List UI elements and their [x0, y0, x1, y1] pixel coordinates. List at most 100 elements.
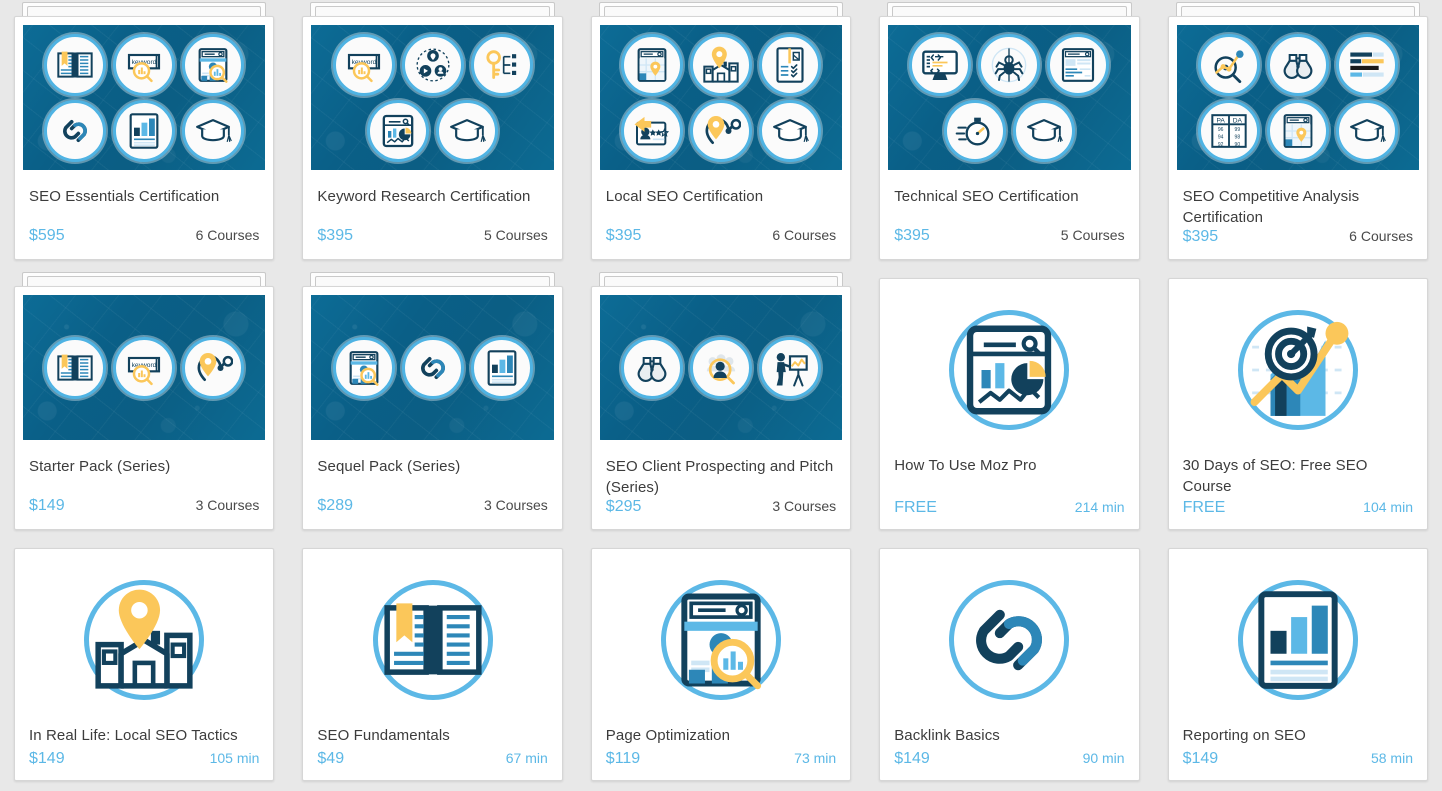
- card-extent: 214 min: [1074, 499, 1125, 515]
- badge-group: keyword: [23, 25, 265, 170]
- checklist-icon: [758, 33, 821, 96]
- svg-text:99: 99: [1234, 127, 1240, 133]
- badge-row: [943, 99, 1075, 162]
- svg-text:90: 90: [1234, 142, 1240, 148]
- link-icon: [949, 580, 1070, 700]
- course-card-backlink-basics[interactable]: Backlink Basics $149 90 min: [879, 548, 1140, 781]
- course-card-cell: In Real Life: Local SEO Tactics $149 105 m…: [0, 540, 288, 791]
- card-price: $295: [605, 498, 642, 515]
- course-card-seo-competitive-analysis-certification[interactable]: PA DA 96 99 94 98 92 90 SEO Competitive Analysis…: [1167, 16, 1428, 260]
- badge-row: [620, 33, 821, 96]
- card-hero-icon: [880, 565, 1138, 715]
- badge-row: keyword: [44, 33, 245, 96]
- keyword-search-icon: keyword: [113, 33, 176, 96]
- card-body: Local SEO Certification $395 6 Courses: [592, 170, 850, 259]
- course-card-cell: Reporting on SEO $149 58 min: [1154, 540, 1442, 791]
- review-card-icon: [620, 99, 683, 162]
- card-title: In Real Life: Local SEO Tactics: [29, 727, 238, 744]
- card-price: $149: [29, 750, 65, 767]
- course-card-seo-fundamentals[interactable]: SEO Fundamentals $49 67 min: [302, 548, 563, 781]
- course-card-technical-seo-certification[interactable]: Technical SEO Certification $395 5 Courses: [879, 16, 1140, 260]
- card-extent: 58 min: [1370, 750, 1413, 766]
- card-body: How To Use Moz Pro FREE 214 min: [880, 445, 1138, 529]
- card-title: SEO Essentials Certification: [29, 188, 220, 205]
- card-hero-banner: keyword: [23, 295, 266, 440]
- audience-magnifier-icon: [689, 336, 752, 399]
- svg-text:PA: PA: [1216, 117, 1225, 124]
- course-card-reporting-on-seo[interactable]: Reporting on SEO $149 58 min: [1167, 548, 1428, 781]
- badge-group: keyword: [311, 25, 553, 170]
- course-card-cell: Local SEO Certification $395 6 Courses: [577, 0, 865, 270]
- card-extent: 6 Courses: [1349, 228, 1413, 244]
- compare-bars-icon: [1335, 33, 1398, 96]
- course-card-local-seo-certification[interactable]: Local SEO Certification $395 6 Courses: [590, 16, 852, 260]
- card-meta: FREE 104 min: [1183, 499, 1413, 517]
- badge-group: keyword: [23, 295, 265, 440]
- badge-row: keyword: [44, 336, 245, 399]
- card-price: $149: [1182, 750, 1219, 767]
- course-card-cell: Page Optimization $119 73 min: [577, 540, 865, 791]
- card-hero-icon: [1169, 565, 1427, 715]
- course-card-in-real-life-local-seo-tactics[interactable]: In Real Life: Local SEO Tactics $149 105 m…: [14, 548, 275, 781]
- link-icon: [401, 336, 464, 399]
- bar-chart-report-icon: [1237, 580, 1358, 700]
- binoculars-icon: [620, 336, 683, 399]
- storefront-pin-icon: [84, 580, 205, 700]
- card-title: Reporting on SEO: [1182, 727, 1306, 744]
- course-card-cell: keyword Keyword Research Certification $39…: [288, 0, 576, 270]
- card-body: Technical SEO Certification $395 5 Courses: [880, 170, 1138, 259]
- keyword-search-icon: keyword: [332, 33, 395, 96]
- card-body: SEO Client Prospecting and Pitch (Series…: [592, 440, 850, 529]
- stopwatch-speed-icon: [943, 99, 1006, 162]
- card-hero-banner: [599, 25, 843, 170]
- graduation-cap-icon: [758, 99, 821, 162]
- card-body: Starter Pack (Series) $149 3 Courses: [15, 440, 273, 529]
- card-extent: 67 min: [505, 750, 548, 766]
- card-hero-icon: [1169, 295, 1427, 445]
- course-card-cell: Sequel Pack (Series) $289 3 Courses: [288, 270, 576, 540]
- card-body: Keyword Research Certification $395 5 Cour…: [303, 170, 561, 259]
- course-card-grid: keyword SEO Essentials Certification $595 6…: [0, 0, 1442, 791]
- card-meta: $395 6 Courses: [1183, 228, 1413, 246]
- site-audit-icon: [332, 336, 395, 399]
- card-meta: $395 6 Courses: [606, 227, 836, 245]
- course-card-how-to-use-moz-pro[interactable]: How To Use Moz Pro FREE 214 min: [879, 278, 1140, 530]
- card-hero-banner: [888, 25, 1131, 170]
- card-title: 30 Days of SEO: Free SEO Course: [1182, 457, 1368, 495]
- card-meta: $289 3 Courses: [317, 497, 547, 515]
- badge-row: PA DA 96 99 94 98 92 90: [1197, 99, 1398, 162]
- course-card-30-days-of-seo-free-seo-course[interactable]: 30 Days of SEO: Free SEO Course FREE 104 m…: [1167, 278, 1428, 530]
- course-card-cell: Backlink Basics $149 90 min: [865, 540, 1153, 791]
- card-extent: 5 Courses: [483, 227, 548, 243]
- badge-row: [367, 99, 499, 162]
- course-card-seo-client-prospecting-and-pitch-series[interactable]: SEO Client Prospecting and Pitch (Series…: [590, 286, 852, 530]
- svg-text:92: 92: [1218, 142, 1224, 148]
- card-price: FREE: [1182, 499, 1226, 516]
- card-title: Keyword Research Certification: [317, 188, 531, 205]
- card-meta: $149 105 min: [29, 750, 259, 768]
- card-meta: $149 90 min: [894, 750, 1124, 768]
- course-card-page-optimization[interactable]: Page Optimization $119 73 min: [590, 548, 852, 781]
- card-price: $289: [317, 497, 353, 514]
- card-extent: 3 Courses: [195, 497, 260, 513]
- svg-text:94: 94: [1218, 134, 1224, 140]
- course-card-cell: 30 Days of SEO: Free SEO Course FREE 104 m…: [1154, 270, 1442, 540]
- audience-network-icon: [401, 33, 464, 96]
- course-card-starter-pack-series[interactable]: keyword Starter Pack (Series) $149 3 Course…: [14, 286, 275, 530]
- course-card-sequel-pack-series[interactable]: Sequel Pack (Series) $289 3 Courses: [302, 286, 563, 530]
- pa-da-table-icon: PA DA 96 99 94 98 92 90: [1197, 99, 1260, 162]
- card-extent: 73 min: [794, 750, 837, 766]
- card-title: Page Optimization: [605, 727, 731, 744]
- card-meta: $149 58 min: [1183, 750, 1413, 768]
- card-hero-icon: [880, 295, 1138, 445]
- svg-text:98: 98: [1234, 134, 1240, 140]
- card-hero-banner: [311, 295, 554, 440]
- card-hero-banner: PA DA 96 99 94 98 92 90: [1176, 25, 1419, 170]
- card-title: Starter Pack (Series): [29, 458, 171, 475]
- course-card-keyword-research-certification[interactable]: keyword Keyword Research Certification $39…: [302, 16, 563, 260]
- course-card-seo-essentials-certification[interactable]: keyword SEO Essentials Certification $595 6…: [14, 16, 275, 260]
- badge-row: [44, 99, 245, 162]
- card-body: Sequel Pack (Series) $289 3 Courses: [303, 440, 561, 529]
- badge-row: [332, 336, 533, 399]
- card-price: $395: [1182, 228, 1219, 245]
